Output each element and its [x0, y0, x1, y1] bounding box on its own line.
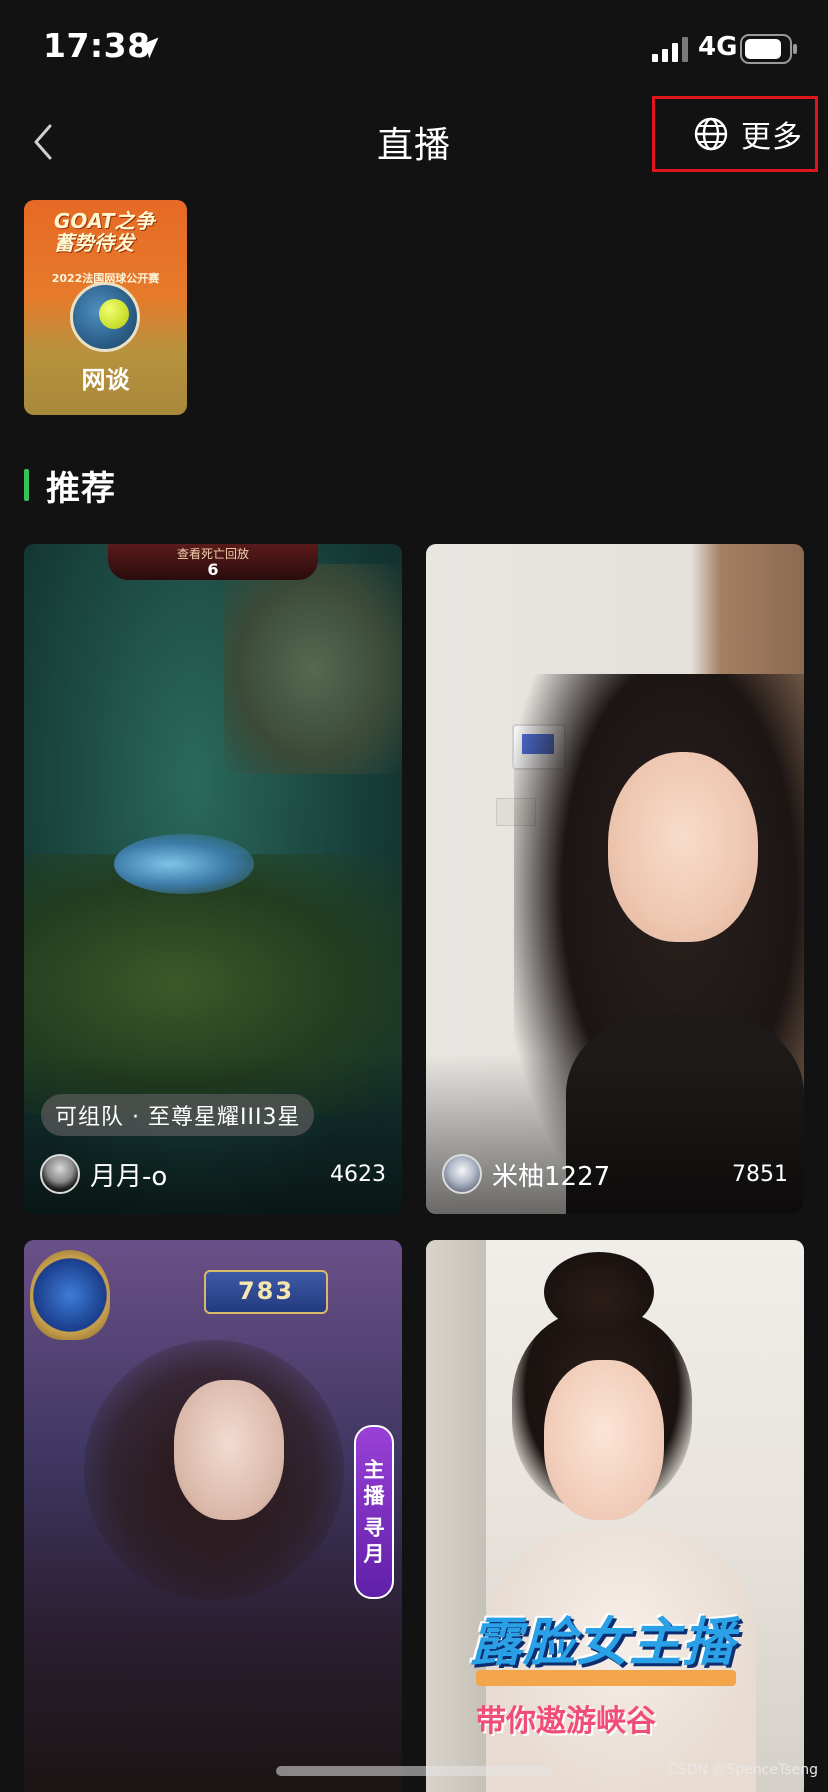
- category-label: 网谈: [81, 366, 130, 394]
- card-scene-hero: [114, 834, 254, 894]
- viewer-count: 4623: [330, 1161, 386, 1187]
- viewer-count: 7851: [732, 1161, 788, 1187]
- death-replay-banner: 查看死亡回放 6: [108, 544, 318, 580]
- streamer-name: 月月-o: [90, 1161, 168, 1192]
- section-title: 推荐: [46, 468, 116, 509]
- battery-icon: [740, 34, 797, 64]
- location-arrow-icon: [137, 37, 159, 59]
- more-label: 更多: [741, 120, 803, 155]
- vertical-tag-char: 月: [363, 1542, 385, 1566]
- avatar: [40, 1154, 80, 1194]
- vertical-tag-char: 播: [363, 1484, 385, 1508]
- cellular-signal-icon: [652, 37, 688, 62]
- cover-title: 露脸女主播: [470, 1613, 736, 1673]
- globe-icon: [694, 117, 728, 151]
- section-header-recommend: 推荐: [24, 460, 116, 510]
- tennis-ball-inner: [99, 299, 129, 329]
- live-card-2[interactable]: 米柚1227 7851: [426, 544, 804, 1214]
- card-footer: 米柚1227 7851: [442, 1152, 788, 1196]
- watermark: CSDN @SpenceTseng: [668, 1762, 818, 1778]
- streamer-hair-bun: [544, 1252, 654, 1332]
- room-tag: 可组队 · 至尊星耀III3星: [41, 1094, 315, 1136]
- streamer-face: [608, 752, 758, 942]
- streamer-face: [544, 1360, 664, 1520]
- card-scene-rocks: [224, 564, 402, 774]
- cover-subtitle-bar: [476, 1670, 736, 1686]
- category-tile-tennis[interactable]: GOAT之争 蓄势待发 2022法国网球公开赛 网谈: [24, 200, 187, 415]
- status-bar: 17:38 4G: [0, 0, 828, 100]
- avatar: [442, 1154, 482, 1194]
- section-accent-bar: [24, 469, 29, 501]
- level-badge: 783: [204, 1270, 328, 1314]
- live-card-3[interactable]: 783 主 播 寻 月: [24, 1240, 402, 1792]
- cover-subtitle: 带你遨游峡谷: [476, 1704, 656, 1739]
- hero-face: [174, 1380, 284, 1520]
- live-card-4[interactable]: 露脸女主播 带你遨游峡谷: [426, 1240, 804, 1792]
- tennis-ball-icon: [70, 282, 140, 352]
- back-chevron-icon[interactable]: [28, 120, 56, 164]
- card-footer: 月月-o 4623: [40, 1152, 386, 1196]
- home-indicator[interactable]: [276, 1766, 552, 1776]
- rank-crest-icon: [30, 1250, 110, 1340]
- tile-banner-title: GOAT之争 蓄势待发: [54, 209, 155, 255]
- vertical-tag-char: 主: [363, 1458, 385, 1482]
- more-button[interactable]: 更多: [652, 96, 818, 172]
- death-replay-count: 6: [207, 560, 219, 579]
- live-page: 17:38 4G 直播 更多 GOAT之争 蓄势待发 2022法国网球公开赛 网…: [0, 0, 828, 1792]
- vertical-tag-char: 寻: [363, 1516, 385, 1540]
- nav-bar: 直播 更多: [0, 92, 828, 192]
- live-card-1[interactable]: 查看死亡回放 6 可组队 · 至尊星耀III3星 月月-o 4623: [24, 544, 402, 1214]
- network-type: 4G: [698, 32, 738, 62]
- streamer-name: 米柚1227: [492, 1161, 611, 1192]
- vertical-tag: 主 播 寻 月: [354, 1425, 394, 1599]
